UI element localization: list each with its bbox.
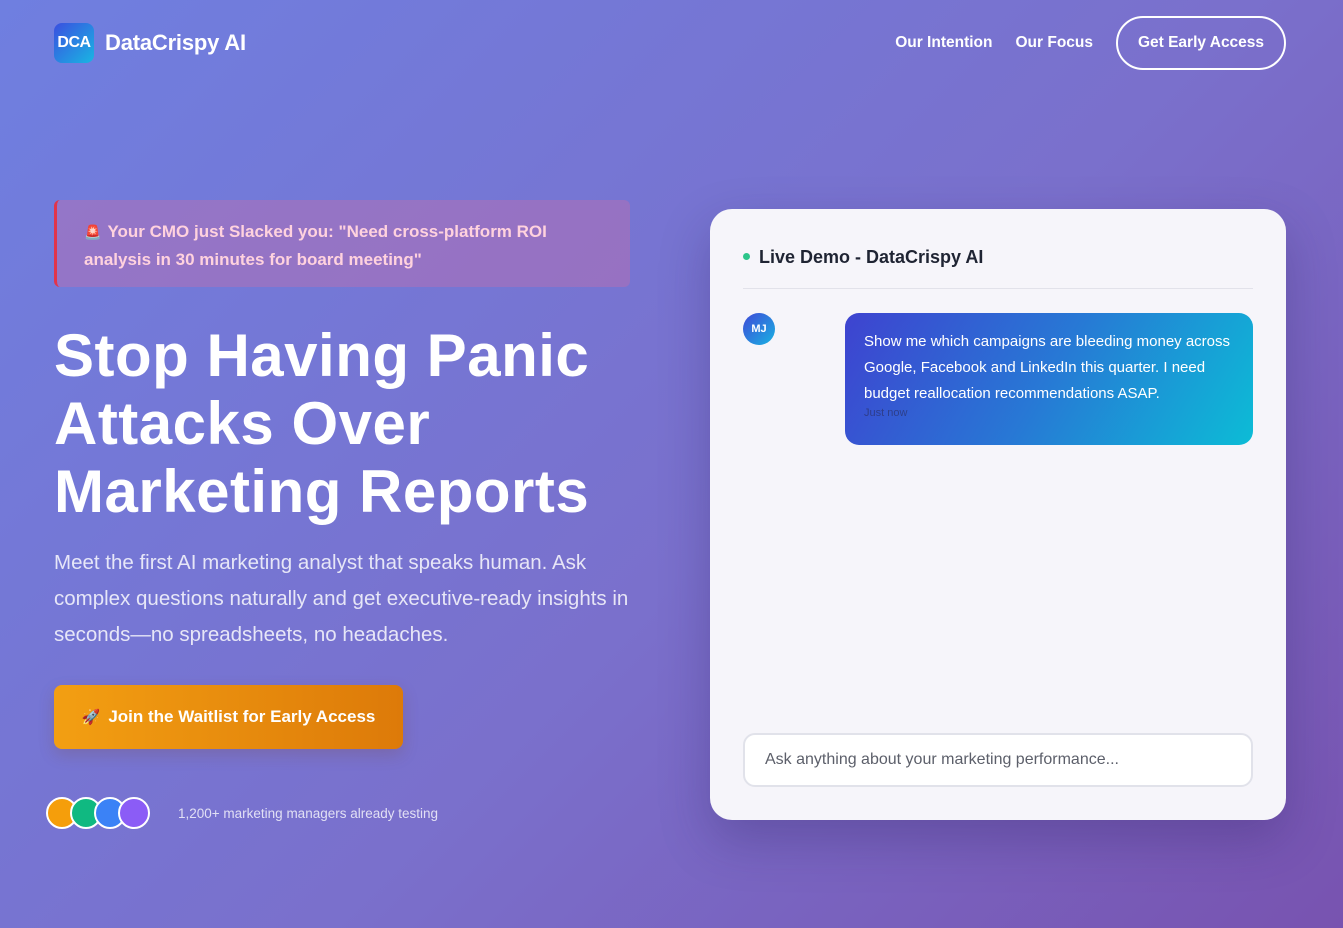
live-status-dot bbox=[743, 253, 750, 260]
alert-text: Your CMO just Slacked you: "Need cross-p… bbox=[84, 222, 547, 269]
demo-header: Live Demo - DataCrispy AI bbox=[743, 247, 1253, 289]
brand-logo[interactable]: DCA DataCrispy AI bbox=[54, 23, 246, 63]
nav-link-our-intention[interactable]: Our Intention bbox=[895, 34, 992, 52]
join-waitlist-label: Join the Waitlist for Early Access bbox=[108, 707, 376, 726]
message-timestamp: Just now bbox=[864, 407, 908, 419]
user-message-bubble: Show me which campaigns are bleeding mon… bbox=[845, 313, 1253, 445]
logo-mark: DCA bbox=[54, 23, 94, 63]
hero-headline: Stop Having Panic Attacks Over Marketing… bbox=[54, 322, 590, 525]
demo-title: Live Demo - DataCrispy AI bbox=[759, 247, 984, 267]
live-demo-card: Live Demo - DataCrispy AI MJ Show me whi… bbox=[710, 209, 1286, 820]
user-avatar: MJ bbox=[743, 313, 775, 345]
nav-link-our-focus[interactable]: Our Focus bbox=[1015, 34, 1093, 52]
rocket-icon: 🚀 bbox=[81, 709, 101, 726]
demo-chat-input[interactable] bbox=[743, 733, 1253, 787]
hero-subtext: Meet the first AI marketing analyst that… bbox=[54, 551, 629, 646]
social-proof-text: 1,200+ marketing managers already testin… bbox=[178, 805, 439, 821]
siren-icon: 🚨 bbox=[84, 224, 102, 240]
get-early-access-button[interactable]: Get Early Access bbox=[1116, 16, 1286, 70]
message-text: Show me which campaigns are bleeding mon… bbox=[864, 333, 1231, 402]
join-waitlist-button[interactable]: 🚀 Join the Waitlist for Early Access bbox=[54, 685, 403, 749]
avatar-stack bbox=[46, 797, 150, 829]
brand-name: DataCrispy AI bbox=[105, 30, 246, 55]
alert-banner: 🚨 Your CMO just Slacked you: "Need cross-… bbox=[54, 200, 630, 287]
social-proof: 1,200+ marketing managers already testin… bbox=[46, 797, 438, 829]
avatar bbox=[118, 797, 150, 829]
top-nav: Our Intention Our Focus Get Early Access bbox=[895, 16, 1286, 70]
